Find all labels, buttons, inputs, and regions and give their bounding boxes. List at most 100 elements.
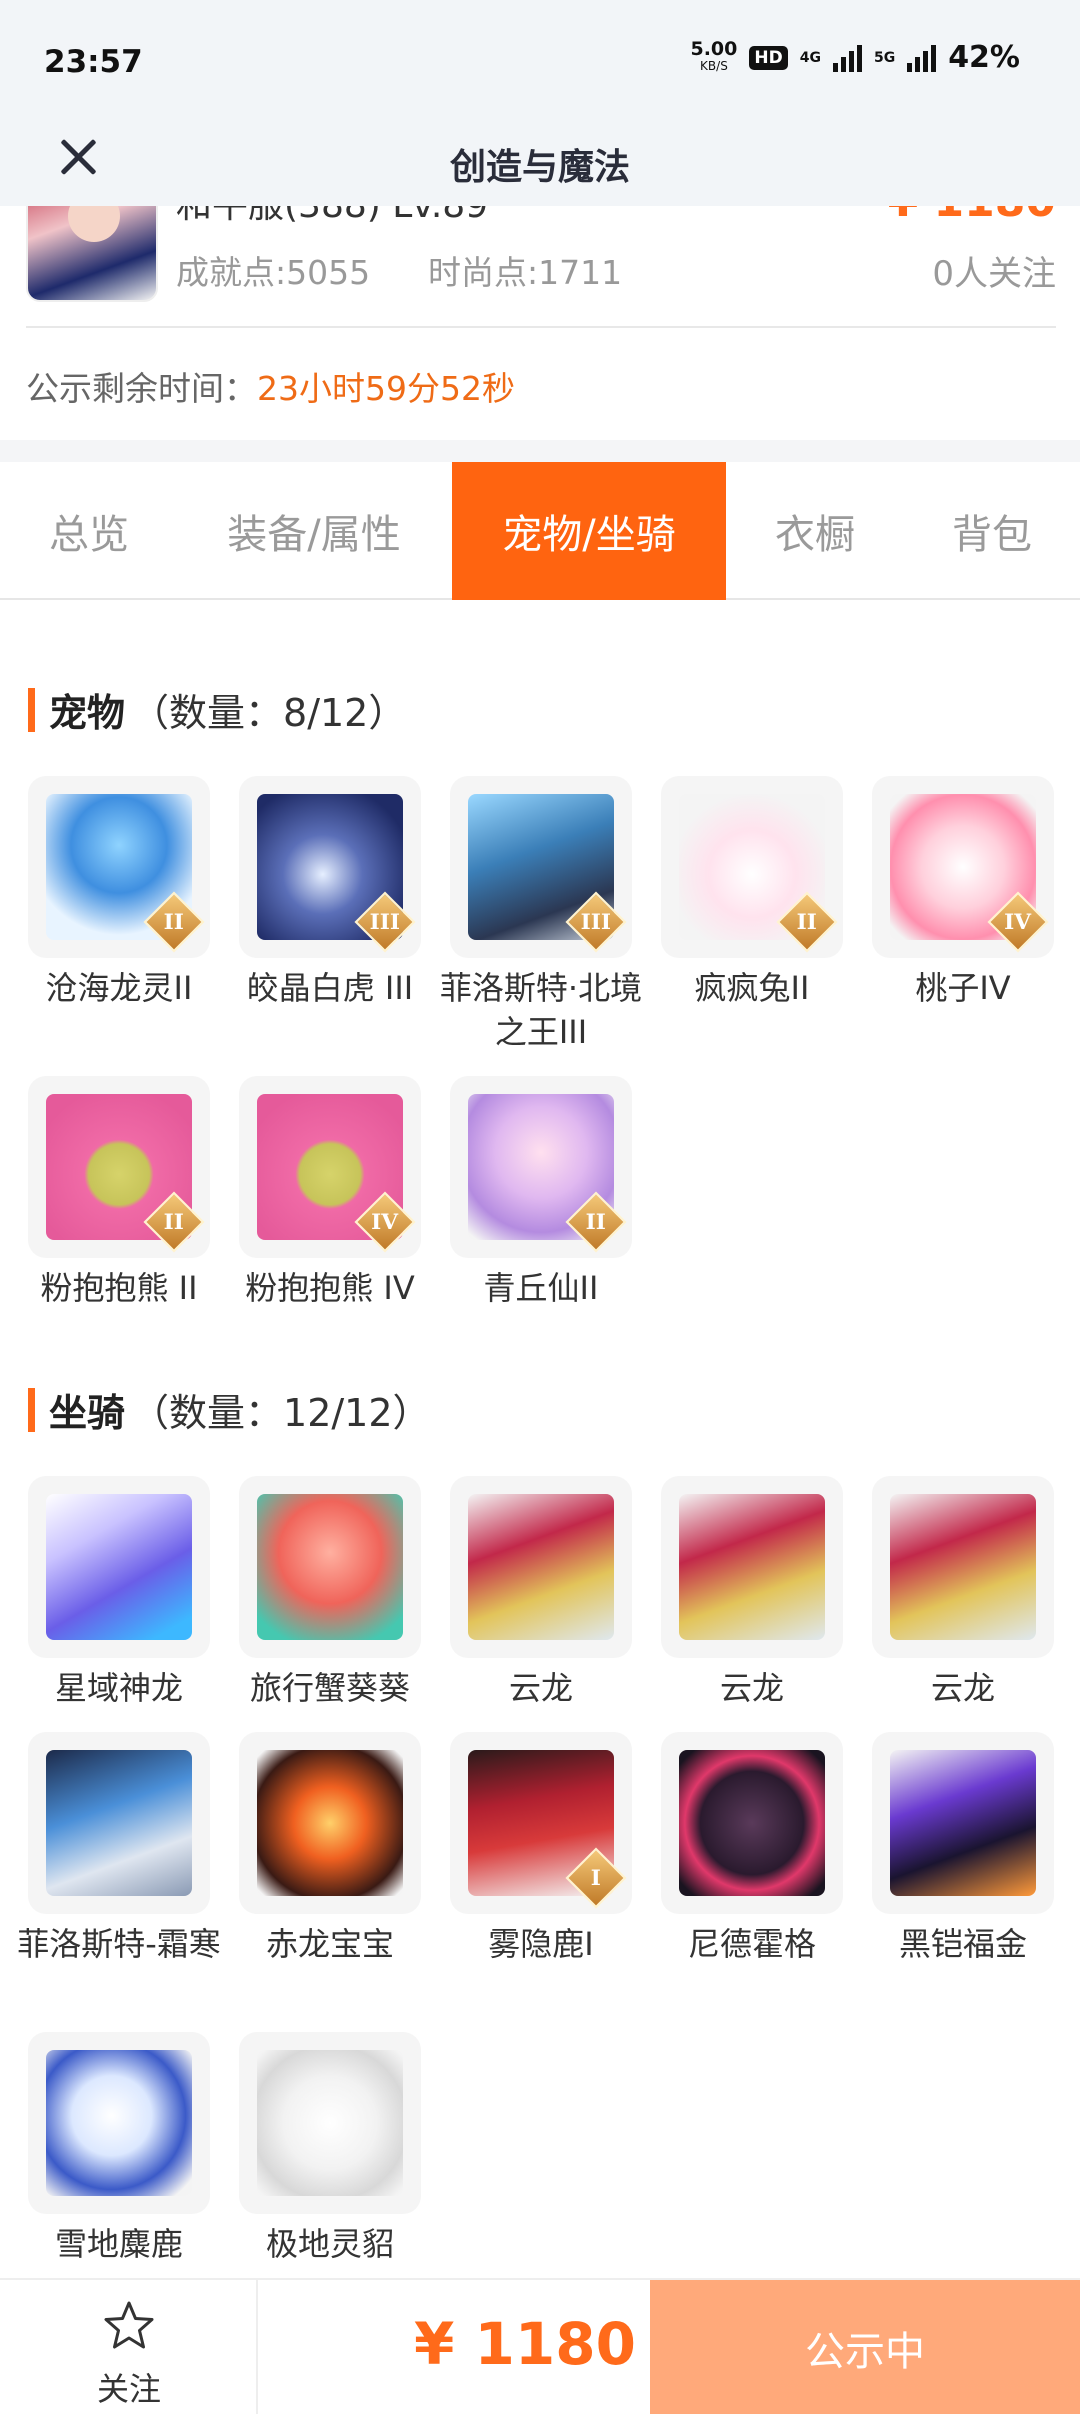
nav-bar: 创造与魔法 — [0, 110, 1080, 206]
signal-icon — [832, 44, 862, 72]
pet-name: 皎晶白虎 III — [246, 969, 414, 1007]
mount-thumbnail — [239, 2032, 421, 2214]
mount-item[interactable]: 雪地麋鹿 — [28, 2032, 210, 2266]
mount-name: 雾隐鹿I — [488, 1925, 594, 1963]
mount-thumbnail — [28, 1732, 210, 1914]
tab-equipment[interactable]: 装备/属性 — [178, 462, 450, 600]
mount-thumbnail — [28, 1476, 210, 1658]
avatar — [26, 206, 158, 302]
price-top: ¥ 1180 — [888, 206, 1056, 227]
mount-thumbnail — [239, 1732, 421, 1914]
pet-item[interactable]: II 沧海龙灵II — [28, 776, 210, 1010]
mount-item[interactable]: 旅行蟹葵葵 — [239, 1476, 421, 1710]
mount-item[interactable]: 黑铠福金 — [872, 1732, 1054, 1966]
pet-name: 疯疯兔II — [694, 969, 810, 1007]
notice-row: 公示剩余时间： 23小时59分52秒 — [26, 362, 515, 410]
signal-icon-2 — [907, 44, 937, 72]
tab-backpack[interactable]: 背包 — [904, 462, 1080, 600]
countdown-timer: 23小时59分52秒 — [257, 369, 515, 408]
mount-item[interactable]: I 雾隐鹿I — [450, 1732, 632, 1966]
mount-name: 尼德霍格 — [687, 1925, 816, 1963]
mount-item[interactable]: 极地灵貂 — [239, 2032, 421, 2266]
pets-title: 宠物 — [49, 691, 126, 735]
star-icon — [104, 2301, 154, 2349]
mount-thumbnail — [661, 1732, 843, 1914]
pet-item[interactable]: II 粉抱抱熊 II — [28, 1076, 210, 1310]
tab-overview[interactable]: 总览 — [0, 462, 178, 600]
mount-name: 云龙 — [930, 1669, 995, 1707]
pet-thumbnail: II — [28, 776, 210, 958]
hd-icon: HD — [749, 45, 788, 70]
mount-name: 菲洛斯特-霜寒 — [17, 1925, 221, 1963]
mount-name: 云龙 — [719, 1669, 784, 1707]
divider — [26, 326, 1056, 328]
pet-thumbnail: II — [450, 1076, 632, 1258]
pet-thumbnail: IV — [239, 1076, 421, 1258]
pet-item[interactable]: IV 粉抱抱熊 IV — [239, 1076, 421, 1310]
mount-name: 旅行蟹葵葵 — [249, 1669, 410, 1707]
follower-count: 0人关注 — [932, 254, 1056, 294]
seller-name: 和平服(388) Lv.89 — [176, 206, 488, 228]
tab-bar: 总览 装备/属性 宠物/坐骑 衣橱 背包 — [0, 462, 1080, 600]
section-separator — [0, 440, 1080, 462]
pet-item[interactable]: III 菲洛斯特·北境之王III — [440, 776, 642, 1054]
price-bottom: ¥ 1180 — [414, 2310, 636, 2378]
network-5g-label: 5G — [873, 49, 896, 66]
battery-level: 42% — [948, 40, 1020, 75]
network-speed: 5.00 KB/S — [690, 37, 738, 73]
mount-name: 云龙 — [508, 1669, 573, 1707]
mount-item[interactable]: 云龙 — [872, 1476, 1054, 1710]
pet-thumbnail: II — [661, 776, 843, 958]
status-icons: 5.00 KB/S HD 4G 5G 42% — [690, 37, 1020, 75]
tab-wardrobe[interactable]: 衣橱 — [726, 462, 904, 600]
mount-item[interactable]: 尼德霍格 — [661, 1732, 843, 1966]
mount-item[interactable]: 赤龙宝宝 — [239, 1732, 421, 1966]
pet-item[interactable]: IV 桃子IV — [872, 776, 1054, 1010]
pet-thumbnail: III — [239, 776, 421, 958]
section-accent-bar — [28, 1387, 35, 1432]
network-4g-label: 4G — [799, 49, 821, 66]
pets-count: （数量：8/12） — [131, 691, 407, 735]
mount-thumbnail — [239, 1476, 421, 1658]
pet-name: 沧海龙灵II — [45, 969, 193, 1007]
publicity-status-button[interactable]: 公示中 — [650, 2280, 1080, 2414]
mount-name: 雪地麋鹿 — [54, 2225, 183, 2263]
mount-thumbnail: I — [450, 1732, 632, 1914]
mount-thumbnail — [872, 1476, 1054, 1658]
mounts-section-header: 坐骑 （数量：12/12） — [28, 1382, 431, 1437]
mount-thumbnail — [28, 2032, 210, 2214]
pet-thumbnail: IV — [872, 776, 1054, 958]
follow-label: 关注 — [96, 2370, 161, 2408]
mount-item[interactable]: 云龙 — [450, 1476, 632, 1710]
tab-pets-mounts[interactable]: 宠物/坐骑 — [452, 462, 726, 600]
mount-thumbnail — [872, 1732, 1054, 1914]
mount-thumbnail — [450, 1476, 632, 1658]
notice-label: 公示剩余时间： — [26, 369, 257, 408]
mount-name: 星域神龙 — [54, 1669, 183, 1707]
pet-item[interactable]: III 皎晶白虎 III — [239, 776, 421, 1010]
pet-item[interactable]: II 青丘仙II — [450, 1076, 632, 1310]
pet-name: 粉抱抱熊 IV — [245, 1269, 415, 1307]
pet-thumbnail: II — [28, 1076, 210, 1258]
mount-item[interactable]: 星域神龙 — [28, 1476, 210, 1710]
clock: 23:57 — [44, 44, 143, 80]
pet-name: 青丘仙II — [483, 1269, 599, 1307]
pet-name: 菲洛斯特·北境之王III — [439, 969, 643, 1051]
mounts-count: （数量：12/12） — [131, 1391, 431, 1435]
seller-header: 和平服(388) Lv.89 成就点:5055 时尚点:1711 ¥ 1180 … — [0, 206, 1080, 326]
mount-thumbnail — [661, 1476, 843, 1658]
pet-item[interactable]: II 疯疯兔II — [661, 776, 843, 1010]
pets-section-header: 宠物 （数量：8/12） — [28, 682, 406, 737]
mount-name: 赤龙宝宝 — [265, 1925, 394, 1963]
achievement-points: 成就点:5055 — [176, 253, 371, 292]
follow-button[interactable]: 关注 — [0, 2280, 258, 2414]
mounts-title: 坐骑 — [49, 1391, 126, 1435]
mount-item[interactable]: 云龙 — [661, 1476, 843, 1710]
page-title: 创造与魔法 — [449, 147, 630, 188]
pet-thumbnail: III — [450, 776, 632, 958]
status-bar: 23:57 5.00 KB/S HD 4G 5G 42% — [0, 0, 1080, 110]
mount-item[interactable]: 菲洛斯特-霜寒 — [17, 1732, 221, 1966]
mount-name: 极地灵貂 — [265, 2225, 394, 2263]
pet-name: 桃子IV — [915, 969, 1011, 1007]
pet-name: 粉抱抱熊 II — [40, 1269, 198, 1307]
